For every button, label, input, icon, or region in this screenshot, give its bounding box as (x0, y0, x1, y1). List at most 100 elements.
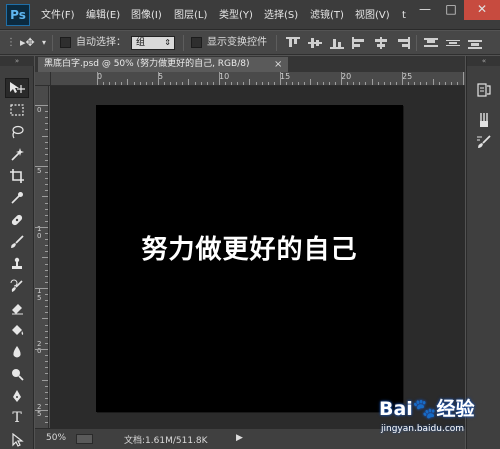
ruler-tick (335, 82, 336, 85)
dodge-tool-icon[interactable] (5, 364, 29, 384)
align-bottom-icon[interactable] (330, 37, 344, 49)
ruler-tick (45, 343, 48, 344)
align-left-icon[interactable] (352, 37, 366, 49)
ruler-tick (158, 72, 159, 85)
clone-stamp-tool-icon[interactable] (5, 254, 29, 274)
healing-brush-tool-icon[interactable] (5, 210, 29, 230)
pen-tool-icon[interactable] (5, 386, 29, 406)
minimize-button[interactable]: — (412, 0, 438, 20)
eyedropper-tool-icon[interactable] (5, 188, 29, 208)
ruler-tick (45, 190, 48, 191)
ruler-tick (341, 72, 342, 85)
auto-select-value: 组 (136, 38, 146, 48)
ruler-tick (372, 79, 373, 85)
canvas-text-layer[interactable]: 努力做更好的自己 (96, 229, 403, 266)
move-tool-icon[interactable] (5, 78, 29, 98)
history-panel-icon[interactable] (474, 80, 494, 100)
ruler-tick (45, 386, 48, 387)
grip-icon: ⋮ (6, 37, 16, 48)
menu-view[interactable]: 视图(V) (355, 8, 390, 24)
ruler-tick (45, 172, 48, 173)
ruler-tick (426, 82, 427, 85)
menu-edit[interactable]: 编辑(E) (86, 8, 120, 24)
ruler-tick (121, 82, 122, 85)
document-tab[interactable]: 黑底白字.psd @ 50% (努力做更好的自己, RGB/8) × (38, 57, 288, 72)
photoshop-logo: Ps (6, 4, 30, 26)
ruler-tick (45, 276, 48, 277)
ruler-tick (463, 72, 464, 85)
ruler-tick (45, 209, 48, 210)
zoom-level[interactable]: 50% (46, 433, 66, 443)
lasso-tool-icon[interactable] (5, 122, 29, 142)
ruler-tick (45, 294, 48, 295)
ruler-label: 20 (341, 72, 352, 81)
divider (416, 35, 417, 51)
paint-bucket-tool-icon[interactable] (5, 320, 29, 340)
divider (276, 35, 277, 51)
align-top-icon[interactable] (286, 37, 300, 49)
align-right-icon[interactable] (396, 37, 410, 49)
ruler-tick (45, 245, 48, 246)
ruler-tick (45, 270, 48, 271)
auto-select-checkbox[interactable] (60, 37, 71, 48)
ruler-tick (45, 264, 48, 265)
collapse-icon[interactable]: » (0, 56, 34, 66)
restore-button[interactable]: □ (438, 0, 464, 20)
menu-type[interactable]: 类型(Y) (219, 8, 253, 24)
ruler-tick (45, 331, 48, 332)
align-horizontal-center-icon[interactable] (374, 37, 388, 49)
align-vertical-center-icon[interactable] (308, 37, 322, 49)
document-canvas[interactable]: 努力做更好的自己 (96, 105, 403, 412)
eraser-tool-icon[interactable] (5, 298, 29, 318)
ruler-tick (45, 203, 48, 204)
crop-tool-icon[interactable] (5, 166, 29, 186)
ruler-tick (45, 142, 48, 143)
distribute-center-icon[interactable] (446, 37, 460, 49)
marquee-tool-icon[interactable] (5, 100, 29, 120)
close-icon[interactable]: × (274, 57, 282, 72)
menu-filter[interactable]: 滤镜(T) (310, 8, 344, 24)
blur-tool-icon[interactable] (5, 342, 29, 362)
menu-file[interactable]: 文件(F) (41, 8, 75, 24)
chevron-down-icon[interactable]: ▾ (42, 35, 46, 51)
magic-wand-tool-icon[interactable] (5, 144, 29, 164)
brush-panel-icon[interactable] (474, 132, 494, 152)
ruler-tick (457, 82, 458, 85)
ruler-label: 10 (219, 72, 230, 81)
ruler-tick (170, 82, 171, 85)
path-selection-tool-icon[interactable] (5, 430, 29, 449)
brush-tool-icon[interactable] (5, 232, 29, 252)
menu-layer[interactable]: 图层(L) (174, 8, 207, 24)
ruler-tick (152, 82, 153, 85)
history-brush-tool-icon[interactable] (5, 276, 29, 296)
ruler-tick (237, 82, 238, 85)
move-tool-preset-icon[interactable]: ▸✥ (20, 35, 35, 51)
ruler-tick (127, 79, 128, 85)
type-tool-icon[interactable]: T (5, 408, 29, 428)
ruler-tick (347, 82, 348, 85)
ruler-tick (219, 72, 220, 85)
ruler-label: 1 5 (37, 287, 42, 302)
auto-select-dropdown[interactable]: 组 ⇕ (131, 36, 175, 50)
close-button[interactable]: ✕ (464, 0, 500, 20)
distribute-bottom-icon[interactable] (468, 37, 482, 49)
ruler-label: 2 5 (37, 403, 42, 418)
ruler-tick (45, 154, 48, 155)
status-info-icon[interactable] (76, 434, 93, 444)
ruler-label: 2 0 (37, 340, 42, 355)
menu-select[interactable]: 选择(S) (264, 8, 298, 24)
ruler-tick (243, 82, 244, 85)
brush-presets-panel-icon[interactable] (474, 110, 494, 130)
menu-more[interactable]: t (402, 8, 406, 24)
divider (183, 35, 184, 51)
show-transform-checkbox[interactable] (191, 37, 202, 48)
menu-image[interactable]: 图像(I) (131, 8, 162, 24)
document-tab-bar: 黑底白字.psd @ 50% (努力做更好的自己, RGB/8) × (35, 56, 465, 72)
ruler-tick (365, 82, 366, 85)
ruler-tick (164, 82, 165, 85)
status-menu-arrow-icon[interactable]: ▶ (236, 433, 243, 443)
expand-icon[interactable]: « (467, 56, 500, 66)
ruler-tick (213, 82, 214, 85)
distribute-top-icon[interactable] (424, 37, 438, 49)
ruler-tick (262, 82, 263, 85)
